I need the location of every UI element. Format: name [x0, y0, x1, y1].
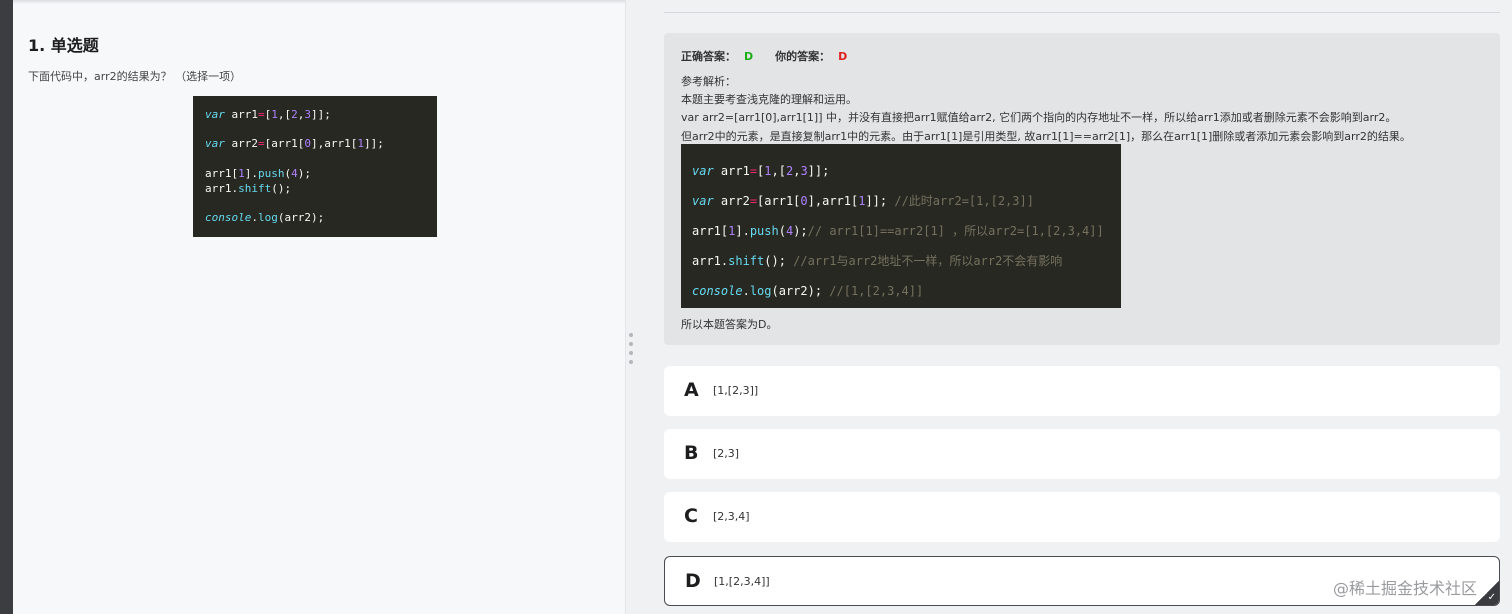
code-line: var arr1=[1,[2,3]]; [692, 164, 830, 178]
explanation-line: 本题主要考查浅克隆的理解和运用。 [681, 93, 857, 106]
code-line: arr1[1].push(4); [205, 166, 311, 180]
drag-handle-icon[interactable] [629, 333, 633, 369]
watermark: @稀土掘金技术社区 [1333, 579, 1478, 598]
code-line: arr1.shift(); [205, 181, 292, 195]
question-title: 1. 单选题 [28, 36, 99, 55]
code-line: arr1.shift(); //arr1与arr2地址不一样，所以arr2不会有… [692, 254, 1063, 268]
question-pane [13, 0, 625, 614]
your-answer-label: 你的答案： [775, 50, 831, 63]
option-text: [1,[2,3,4]] [714, 575, 770, 588]
code-line: console.log(arr2); [205, 210, 325, 224]
explanation-code-image: var arr1=[1,[2,3]]; var arr2=[arr1[0],ar… [681, 144, 1121, 308]
correct-answer-label: 正确答案： [681, 50, 736, 63]
question-code-image: var arr1=[1,[2,3]]; var arr2=[arr1[0],ar… [193, 96, 437, 237]
option-text: [1,[2,3]] [713, 384, 759, 397]
explanation-line: var arr2=[arr1[0],arr1[1]] 中，并没有直接把arr1赋… [681, 111, 1397, 124]
option-text: [2,3,4] [713, 510, 750, 523]
question-text: 下面代码中，arr2的结果为？ （选择一项） [28, 70, 242, 83]
correct-answer-value: D [744, 50, 754, 63]
divider [664, 12, 1500, 13]
option-letter: D [685, 570, 701, 592]
code-line: var arr2=[arr1[0],arr1[1]]; //此时arr2=[1,… [692, 194, 1034, 208]
code-line: arr1[1].push(4);// arr1[1]==arr2[1] ，所以a… [692, 224, 1104, 238]
option-b[interactable]: B [2,3] [664, 429, 1500, 479]
top-shadow [13, 0, 625, 4]
code-line: console.log(arr2); //[1,[2,3,4]] [692, 284, 924, 298]
pane-splitter[interactable] [625, 0, 626, 614]
option-letter: C [684, 505, 698, 527]
option-c[interactable]: C [2,3,4] [664, 492, 1500, 542]
left-edge-bar [0, 0, 13, 614]
answer-summary: 正确答案： D 你的答案： D [681, 48, 847, 64]
option-text: [2,3] [713, 447, 740, 460]
your-answer-value: D [838, 50, 848, 63]
option-letter: B [684, 442, 699, 464]
check-icon: ✓ [1487, 592, 1496, 603]
option-letter: A [684, 379, 699, 401]
conclusion-text: 所以本题答案为D。 [681, 318, 778, 331]
code-line: var arr1=[1,[2,3]]; [205, 108, 331, 121]
option-a[interactable]: A [1,[2,3]] [664, 366, 1500, 416]
code-line: var arr2=[arr1[0],arr1[1]]; [205, 137, 384, 151]
explanation-line: 但arr2中的元素，是直接复制arr1中的元素。由于arr1[1]是引用类型, … [681, 130, 1411, 143]
explanation-label: 参考解析： [681, 75, 736, 88]
